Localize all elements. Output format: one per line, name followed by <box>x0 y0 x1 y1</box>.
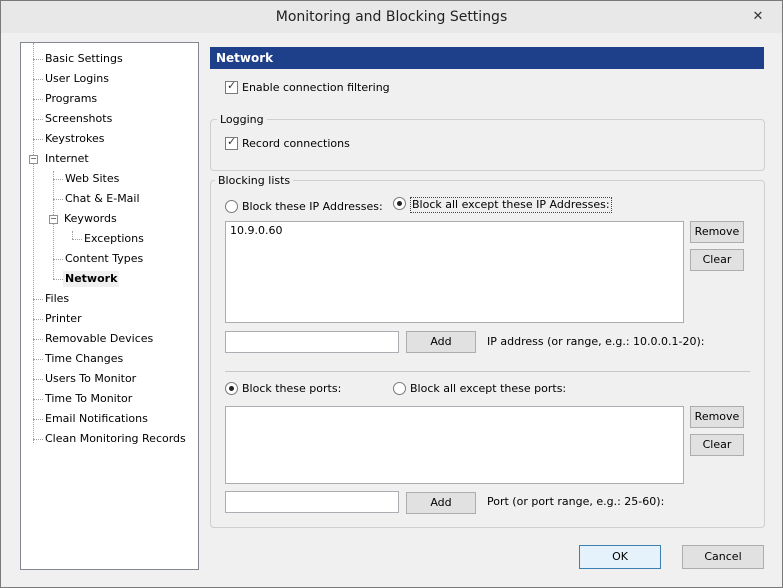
section-divider <box>225 371 750 372</box>
enable-filtering-checkbox[interactable] <box>225 79 238 94</box>
block-these-ip-label[interactable]: Block these IP Addresses: <box>242 200 383 214</box>
collapse-toggle-keywords[interactable]: − <box>49 215 58 224</box>
ip-remove-button[interactable]: Remove <box>690 221 744 243</box>
tree-item-keystrokes[interactable]: Keystrokes <box>45 131 104 147</box>
tree-item-content-types[interactable]: Content Types <box>65 251 143 267</box>
tree-item-time-changes[interactable]: Time Changes <box>45 351 123 367</box>
tree-item-chat-email[interactable]: Chat & E-Mail <box>65 191 140 207</box>
tree-item-time-to-monitor[interactable]: Time To Monitor <box>45 391 132 407</box>
tree-item-programs[interactable]: Programs <box>45 91 97 107</box>
tree-connector <box>33 59 43 60</box>
tree-item-printer[interactable]: Printer <box>45 311 82 327</box>
port-hint: Port (or port range, e.g.: 25-60): <box>487 495 665 508</box>
block-these-ports-label[interactable]: Block these ports: <box>242 382 341 396</box>
tree-connector <box>33 99 43 100</box>
tree-connector <box>33 139 43 140</box>
tree-item-keywords[interactable]: Keywords <box>64 211 117 227</box>
settings-window: Monitoring and Blocking Settings ✕ − − B… <box>0 0 783 588</box>
block-all-except-ip-radio[interactable] <box>393 197 406 210</box>
tree-connector <box>72 239 82 240</box>
tree-connector <box>33 439 43 440</box>
tree-item-clean-monitoring-records[interactable]: Clean Monitoring Records <box>45 431 186 447</box>
tree-item-email-notifications[interactable]: Email Notifications <box>45 411 148 427</box>
block-all-except-ports-label[interactable]: Block all except these ports: <box>410 382 566 396</box>
tree-item-basic-settings[interactable]: Basic Settings <box>45 51 123 67</box>
tree-connector <box>33 419 43 420</box>
block-all-except-ports-radio[interactable] <box>393 382 406 395</box>
tree-item-files[interactable]: Files <box>45 291 69 307</box>
ip-address-input[interactable] <box>225 331 399 353</box>
tree-connector <box>33 43 34 443</box>
tree-connector <box>33 299 43 300</box>
tree-connector <box>33 319 43 320</box>
tree-item-user-logins[interactable]: User Logins <box>45 71 109 87</box>
dialog-body: − − Basic Settings User Logins Programs … <box>9 33 774 579</box>
tree-item-network[interactable]: Network <box>63 271 120 287</box>
port-clear-button[interactable]: Clear <box>690 434 744 456</box>
cancel-button[interactable]: Cancel <box>682 545 764 569</box>
window-title: Monitoring and Blocking Settings <box>275 9 508 25</box>
port-add-button[interactable]: Add <box>406 492 476 514</box>
logging-group: Logging Record connections <box>210 113 765 171</box>
block-these-ports-radio[interactable] <box>225 382 238 395</box>
tree-connector <box>33 79 43 80</box>
tree-connector <box>33 379 43 380</box>
port-list[interactable] <box>225 406 684 484</box>
port-remove-button[interactable]: Remove <box>690 406 744 428</box>
tree-connector <box>53 179 63 180</box>
tree-connector <box>33 399 43 400</box>
tree-item-removable-devices[interactable]: Removable Devices <box>45 331 153 347</box>
tree-item-web-sites[interactable]: Web Sites <box>65 171 119 187</box>
ip-address-hint: IP address (or range, e.g.: 10.0.0.1-20)… <box>487 335 705 348</box>
tree-item-internet[interactable]: Internet <box>45 151 89 167</box>
blocking-lists-group-title: Blocking lists <box>215 174 294 188</box>
block-these-ip-radio[interactable] <box>225 200 238 213</box>
block-all-except-ip-label[interactable]: Block all except these IP Addresses: <box>410 197 612 213</box>
tree-connector <box>72 231 73 239</box>
logging-group-title: Logging <box>217 113 267 127</box>
ip-clear-button[interactable]: Clear <box>690 249 744 271</box>
tree-connector <box>53 171 54 279</box>
tree-connector <box>33 119 43 120</box>
ok-button[interactable]: OK <box>579 545 661 569</box>
tree-item-users-to-monitor[interactable]: Users To Monitor <box>45 371 136 387</box>
tree-connector <box>33 339 43 340</box>
tree-connector <box>33 359 43 360</box>
record-connections-label[interactable]: Record connections <box>242 137 350 151</box>
port-input[interactable] <box>225 491 399 513</box>
blocking-lists-group: Blocking lists Block these IP Addresses:… <box>210 174 765 528</box>
tree-item-exceptions[interactable]: Exceptions <box>84 231 144 247</box>
close-icon[interactable]: ✕ <box>750 9 766 25</box>
ip-address-entry[interactable]: 10.9.0.60 <box>230 224 282 238</box>
collapse-toggle-internet[interactable]: − <box>29 155 38 164</box>
enable-filtering-label[interactable]: Enable connection filtering <box>242 81 390 95</box>
tree-connector <box>53 279 63 280</box>
ip-address-list[interactable]: 10.9.0.60 <box>225 221 684 323</box>
settings-tree[interactable]: − − Basic Settings User Logins Programs … <box>20 42 199 570</box>
tree-connector <box>53 259 63 260</box>
ip-add-button[interactable]: Add <box>406 331 476 353</box>
title-bar[interactable]: Monitoring and Blocking Settings ✕ <box>1 1 782 33</box>
panel-header: Network <box>210 47 764 69</box>
tree-connector <box>53 199 63 200</box>
tree-item-screenshots[interactable]: Screenshots <box>45 111 112 127</box>
record-connections-checkbox[interactable] <box>225 135 238 150</box>
